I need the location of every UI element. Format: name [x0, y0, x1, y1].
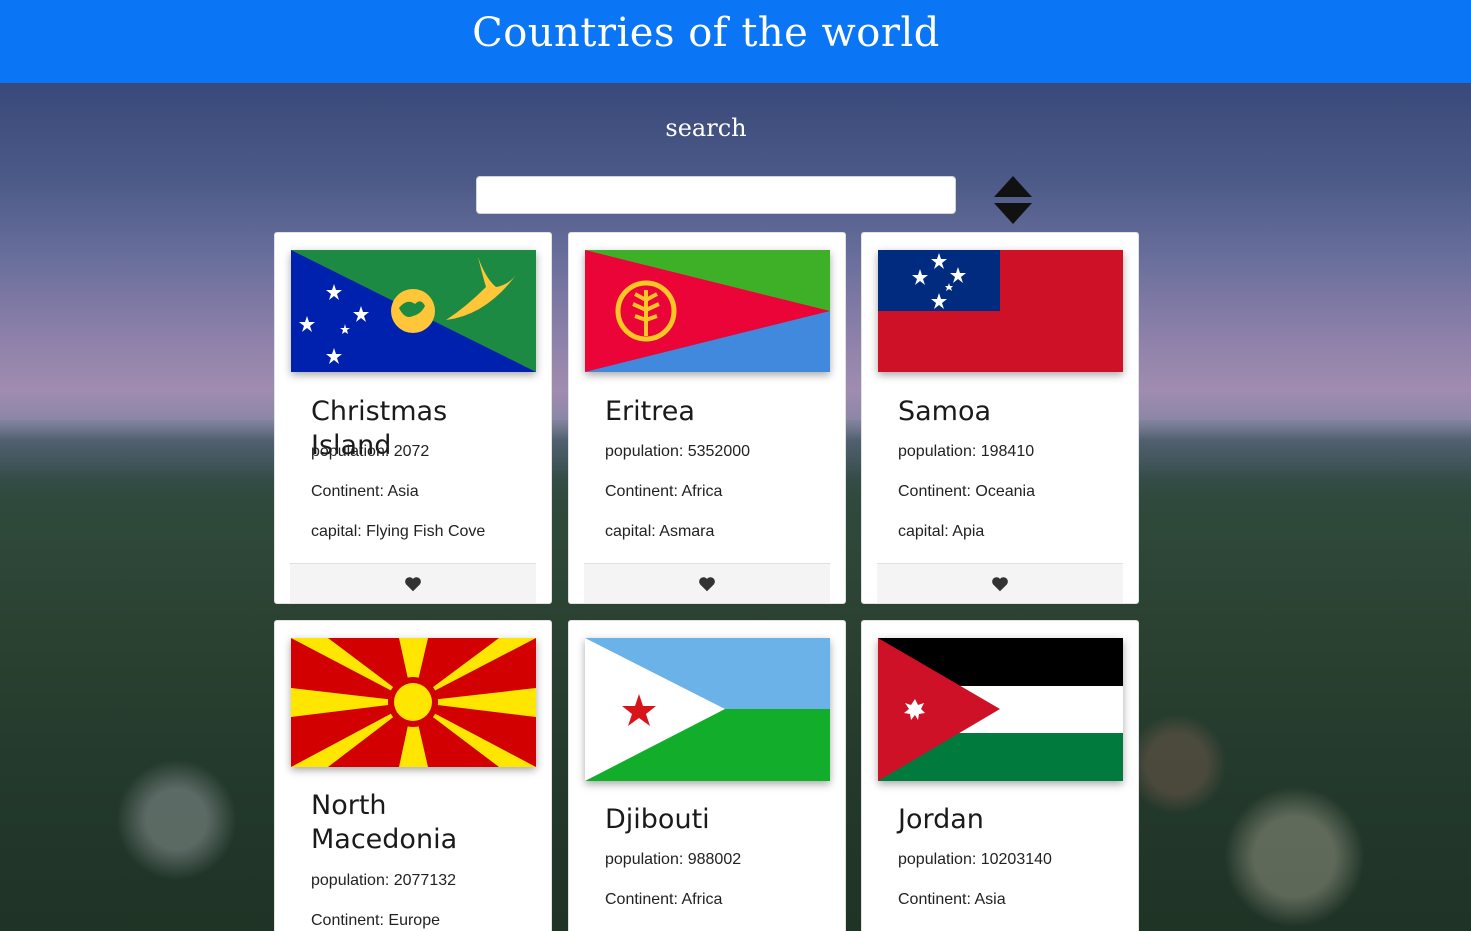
population-text: population: 10203140: [898, 851, 1052, 868]
search-label: search: [665, 114, 747, 142]
continent-text: Continent: Africa: [605, 891, 723, 908]
population-text: population: 198410: [898, 443, 1035, 460]
population-text: population: 2072: [311, 443, 430, 460]
capital-text: capital: Asmara: [605, 523, 715, 540]
capital-text: capital: Flying Fish Cove: [311, 523, 486, 540]
continent-text: Continent: Asia: [898, 891, 1006, 908]
population-text: population: 2077132: [311, 872, 457, 889]
heart-icon: [699, 576, 715, 591]
sort-icon: [994, 176, 1032, 224]
country-card: Samoa population: 198410 Continent: Ocea…: [861, 232, 1139, 604]
jordan-flag: [878, 638, 1123, 781]
capital-text: capital: Apia: [898, 523, 985, 540]
country-name: Eritrea: [605, 396, 695, 427]
continent-text: Continent: Oceania: [898, 483, 1035, 500]
continent-text: Continent: Africa: [605, 483, 723, 500]
north-macedonia-flag: [291, 638, 536, 767]
christmas-island-flag: [291, 250, 536, 372]
favorite-button[interactable]: [877, 563, 1123, 603]
country-name: Djibouti: [605, 804, 710, 835]
country-name: Jordan: [898, 804, 984, 835]
country-card: Djibouti population: 988002 Continent: A…: [568, 620, 846, 931]
continent-text: Continent: Asia: [311, 483, 419, 500]
country-card: North Macedonia population: 2077132 Cont…: [274, 620, 552, 931]
samoa-flag: [878, 250, 1123, 372]
country-card: Eritrea population: 5352000 Continent: A…: [568, 232, 846, 604]
header-bar: Countries of the world: [0, 0, 1471, 83]
heart-icon: [992, 576, 1008, 591]
search-input[interactable]: [476, 176, 956, 214]
population-text: population: 988002: [605, 851, 742, 868]
country-card: Jordan population: 10203140 Continent: A…: [861, 620, 1139, 931]
djibouti-flag: [585, 638, 830, 781]
population-text: population: 5352000: [605, 443, 751, 460]
favorite-button[interactable]: [290, 563, 536, 603]
eritrea-flag: [585, 250, 830, 372]
page-title: Countries of the world: [472, 10, 940, 56]
favorite-button[interactable]: [584, 563, 830, 603]
country-name: North Macedonia: [311, 790, 458, 855]
continent-text: Continent: Europe: [311, 912, 440, 929]
sort-toggle-button[interactable]: [992, 175, 1034, 225]
country-card: Christmas Island population: 2072 Contin…: [274, 232, 552, 604]
country-name: Samoa: [898, 396, 992, 427]
heart-icon: [405, 576, 421, 591]
